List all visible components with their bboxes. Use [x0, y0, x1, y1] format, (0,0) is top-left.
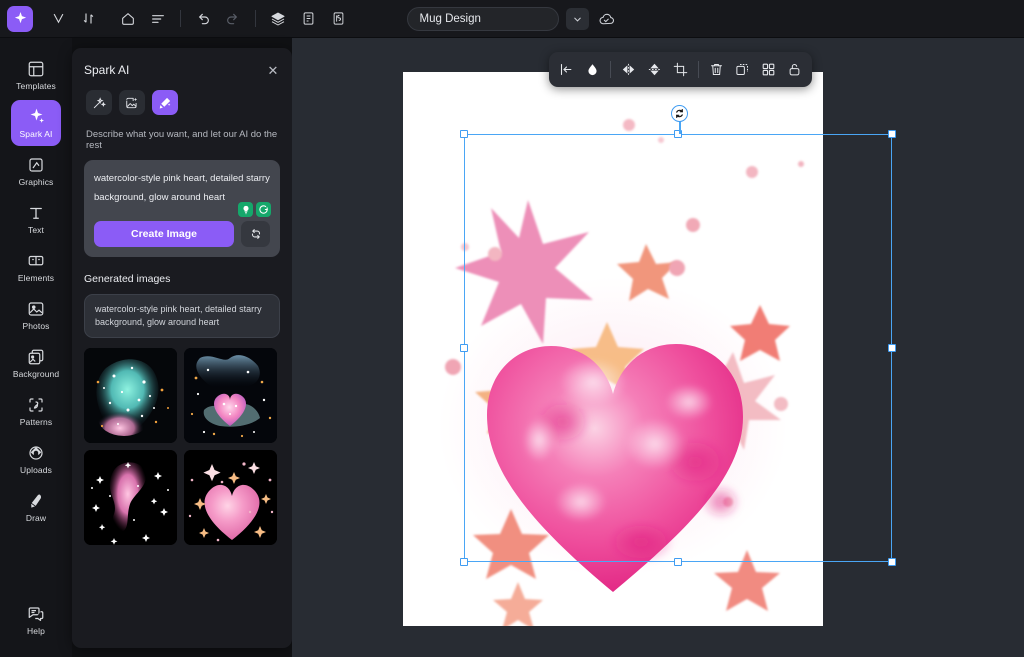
logo-sparkle-icon[interactable] — [7, 6, 33, 32]
menu-lines-icon[interactable] — [143, 5, 173, 33]
flip-vertical-icon[interactable] — [642, 57, 667, 82]
layers-icon[interactable] — [263, 5, 293, 33]
rotate-handle-icon[interactable] — [671, 105, 688, 122]
selection-handle-top-left[interactable] — [460, 130, 468, 138]
graphics-icon — [27, 155, 45, 174]
toolbar-divider-4 — [698, 61, 699, 78]
document-icon[interactable] — [293, 5, 323, 33]
selection-handle-middle-right[interactable] — [888, 344, 896, 352]
spark-ai-panel: Spark AI ✕ Describe what you want, and l… — [72, 48, 292, 648]
draw-icon — [27, 491, 45, 510]
text-t-icon — [27, 203, 45, 222]
panel-title: Spark AI — [84, 63, 129, 77]
uploads-icon — [27, 443, 45, 462]
sidebar-label: Patterns — [20, 417, 52, 427]
document-title-input[interactable] — [407, 7, 559, 31]
grammarly-g-icon[interactable] — [256, 202, 271, 217]
duplicate-icon[interactable] — [730, 57, 755, 82]
flip-horizontal-icon[interactable] — [616, 57, 641, 82]
app-root: Templates Spark AI Graphics Text Element — [0, 0, 1024, 657]
cloud-check-icon[interactable] — [596, 8, 618, 30]
sidebar-label: Photos — [22, 321, 49, 331]
sidebar-item-draw[interactable]: Draw — [11, 484, 61, 530]
sidebar-item-graphics[interactable]: Graphics — [11, 148, 61, 194]
canvas-object-toolbar — [549, 52, 812, 87]
templates-icon — [27, 59, 45, 78]
lightbulb-icon[interactable] — [238, 202, 253, 217]
photos-icon — [27, 299, 45, 318]
generated-thumbnail-grid — [72, 338, 292, 545]
toolbar-divider-3 — [610, 61, 611, 78]
selection-handle-bottom-center[interactable] — [674, 558, 682, 566]
generated-images-heading: Generated images — [72, 257, 292, 285]
sparkle-icon — [27, 107, 46, 126]
sidebar-label: Elements — [18, 273, 54, 283]
rotate-handle-stem — [679, 120, 681, 134]
prompt-actions: Create Image — [94, 221, 270, 247]
generated-thumb-3[interactable] — [84, 450, 177, 545]
selection-handle-bottom-right[interactable] — [888, 558, 896, 566]
generated-thumb-4[interactable] — [184, 450, 277, 545]
vectornator-v-icon[interactable] — [43, 5, 73, 33]
home-icon[interactable] — [113, 5, 143, 33]
undo-icon[interactable] — [188, 5, 218, 33]
assist-badges — [238, 202, 271, 217]
sidebar-label: Graphics — [19, 177, 54, 187]
chat-help-icon — [27, 604, 45, 623]
background-icon — [27, 347, 45, 366]
sidebar-label: Text — [28, 225, 44, 235]
sidebar-item-photos[interactable]: Photos — [11, 292, 61, 338]
panel-header: Spark AI ✕ — [72, 60, 292, 80]
sidebar-label: Help — [27, 626, 45, 636]
generated-thumb-2[interactable] — [184, 348, 277, 443]
crop-icon[interactable] — [668, 57, 693, 82]
grid-layout-icon[interactable] — [756, 57, 781, 82]
magic-wand-icon[interactable] — [86, 90, 112, 115]
sidebar-label: Spark AI — [20, 129, 53, 139]
styles-icon[interactable] — [323, 5, 353, 33]
prompt-card[interactable]: watercolor-style pink heart, detailed st… — [84, 160, 280, 257]
sidebar-item-spark-ai[interactable]: Spark AI — [11, 100, 61, 146]
sidebar-item-patterns[interactable]: Patterns — [11, 388, 61, 434]
magic-pen-icon[interactable] — [152, 90, 178, 115]
top-toolbar — [0, 0, 1024, 38]
toolbar-divider-1 — [180, 10, 181, 27]
unlock-icon[interactable] — [782, 57, 807, 82]
sidebar-item-background[interactable]: Background — [11, 340, 61, 386]
sidebar-item-elements[interactable]: Elements — [11, 244, 61, 290]
sidebar-label: Uploads — [20, 465, 52, 475]
selection-handle-bottom-left[interactable] — [460, 558, 468, 566]
close-icon[interactable]: ✕ — [266, 64, 280, 77]
opacity-droplet-icon[interactable] — [580, 57, 605, 82]
sidebar-label: Draw — [26, 513, 46, 523]
left-sidebar: Templates Spark AI Graphics Text Element — [0, 38, 72, 657]
sidebar-item-templates[interactable]: Templates — [11, 52, 61, 98]
sidebar-label: Templates — [16, 81, 56, 91]
generated-prompt-chip[interactable]: watercolor-style pink heart, detailed st… — [84, 294, 280, 338]
mode-button-group — [72, 80, 292, 115]
selection-handle-top-center[interactable] — [674, 130, 682, 138]
selection-handle-middle-left[interactable] — [460, 344, 468, 352]
trash-icon[interactable] — [704, 57, 729, 82]
elements-icon — [27, 251, 45, 270]
generated-thumb-1[interactable] — [84, 348, 177, 443]
redo-icon[interactable] — [218, 5, 248, 33]
create-image-button[interactable]: Create Image — [94, 221, 234, 247]
sidebar-item-uploads[interactable]: Uploads — [11, 436, 61, 482]
panel-description: Describe what you want, and let our AI d… — [72, 115, 292, 151]
image-generate-icon[interactable] — [119, 90, 145, 115]
sort-arrows-icon[interactable] — [73, 5, 103, 33]
chevron-down-icon[interactable] — [566, 8, 589, 30]
sidebar-label: Background — [13, 369, 59, 379]
selection-handle-top-right[interactable] — [888, 130, 896, 138]
refresh-icon[interactable] — [241, 221, 270, 247]
align-left-icon[interactable] — [554, 57, 579, 82]
sidebar-item-text[interactable]: Text — [11, 196, 61, 242]
patterns-icon — [27, 395, 45, 414]
toolbar-divider-2 — [255, 10, 256, 27]
sidebar-item-help[interactable]: Help — [11, 597, 61, 643]
